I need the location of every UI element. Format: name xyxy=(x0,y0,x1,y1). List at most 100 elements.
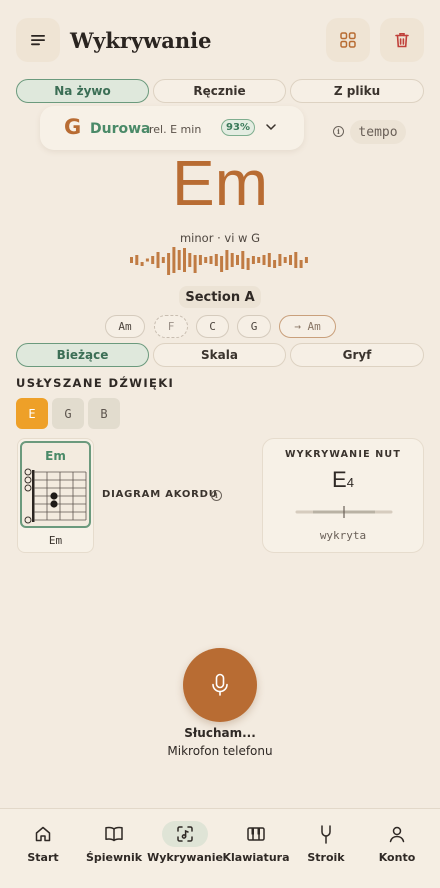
next-chord[interactable]: → Am xyxy=(279,315,336,338)
tab-scale-label: Skala xyxy=(201,348,238,362)
waveform-bar xyxy=(209,256,213,264)
heard-notes-title: USŁYSZANE DŹWIĘKI xyxy=(16,376,175,390)
waveform-bar xyxy=(183,248,186,272)
waveform-bar xyxy=(246,258,250,270)
note-detection-title: WYKRYWANIE NUT xyxy=(284,449,402,460)
waveform-bar xyxy=(151,256,155,264)
waveform-bar xyxy=(289,255,292,265)
chevron-down-icon xyxy=(266,124,276,131)
grid-icon xyxy=(340,32,356,48)
nav-icon-container xyxy=(162,821,208,847)
progression-chord-label: F xyxy=(167,320,175,333)
tab-from-file[interactable]: Z pliku xyxy=(290,79,424,103)
info-icon[interactable]: i xyxy=(333,126,344,137)
hamburger-menu-icon xyxy=(31,35,45,46)
book-icon xyxy=(105,826,123,842)
current-chord: Em xyxy=(172,147,268,219)
nav-item-start[interactable]: Start xyxy=(7,809,79,888)
nav-icon-container xyxy=(20,821,66,847)
waveform-bar xyxy=(299,260,303,268)
tab-from-file-label: Z pliku xyxy=(333,84,381,98)
tab-live[interactable]: Na żywo xyxy=(16,79,149,103)
waveform-bar xyxy=(193,255,197,273)
detected-note-octave: 4 xyxy=(346,475,354,490)
waveform-bar xyxy=(220,256,224,272)
waveform-visualizer xyxy=(130,247,308,275)
heard-note-chip: E xyxy=(16,398,48,429)
microphone-source: Mikrofon telefonu xyxy=(167,744,273,758)
waveform-bar xyxy=(283,257,287,263)
note-detection-card: WYKRYWANIE NUT E4 wykryta xyxy=(262,438,424,553)
microphone-button[interactable] xyxy=(183,648,257,722)
chord-diagram-caption: Em xyxy=(48,534,63,547)
info-icon[interactable]: i xyxy=(211,490,222,501)
progression-chord[interactable]: Am xyxy=(105,315,145,338)
chord-diagram-name: Em xyxy=(45,449,66,463)
chord-diagram: Em xyxy=(20,441,91,528)
waveform-bar xyxy=(251,256,255,264)
nav-item-account[interactable]: Konto xyxy=(361,809,433,888)
waveform-bar xyxy=(267,253,271,267)
microphone-icon xyxy=(212,673,228,696)
chord-diagram-card[interactable]: Em Em xyxy=(17,438,94,553)
tab-current-label: Bieżące xyxy=(56,348,109,362)
waveform-bar xyxy=(177,250,181,270)
user-icon xyxy=(389,826,405,843)
waveform-bar xyxy=(214,254,218,266)
tab-current[interactable]: Bieżące xyxy=(16,343,149,367)
delete-button[interactable] xyxy=(380,18,424,62)
key-letter: G xyxy=(64,115,82,139)
tuning-fork-icon xyxy=(321,825,331,844)
waveform-bar xyxy=(236,255,239,265)
waveform-bar xyxy=(204,257,208,263)
tab-fretboard[interactable]: Gryf xyxy=(290,343,424,367)
menu-button[interactable] xyxy=(16,18,60,62)
heard-note-label: B xyxy=(100,406,108,421)
progression-chord[interactable]: F xyxy=(154,315,188,338)
waveform-bar xyxy=(198,255,202,265)
tab-manual[interactable]: Ręcznie xyxy=(153,79,286,103)
progression-chord[interactable]: C xyxy=(196,315,229,338)
waveform-bar xyxy=(273,260,277,268)
key-selector[interactable]: G Durowa rel. E min 93% xyxy=(40,106,304,150)
waveform-bar xyxy=(257,257,261,263)
waveform-bar xyxy=(225,250,229,270)
waveform-bar xyxy=(262,255,266,265)
heard-note-chip: G xyxy=(52,398,84,429)
nav-icon-container xyxy=(233,821,279,847)
nav-icon-container xyxy=(303,821,349,847)
detection-status: wykryta xyxy=(319,529,367,542)
waveform-bar xyxy=(135,255,139,265)
page-title: Wykrywanie xyxy=(70,28,212,53)
heard-note-label: G xyxy=(64,406,72,421)
chord-function: minor · vi w G xyxy=(179,231,261,245)
nav-item-keyboard[interactable]: Klawiatura xyxy=(220,809,292,888)
waveform-bar xyxy=(294,252,298,268)
nav-icon-container xyxy=(91,821,137,847)
layout-grid-button[interactable] xyxy=(326,18,370,62)
home-icon xyxy=(35,826,51,842)
nav-icon-container xyxy=(374,821,420,847)
waveform-bar xyxy=(230,253,234,267)
tempo-label: tempo xyxy=(358,124,398,140)
waveform-bar xyxy=(241,251,245,269)
heard-note-chip: B xyxy=(88,398,120,429)
tempo-button[interactable]: tempo xyxy=(350,120,406,144)
waveform-bar xyxy=(161,257,165,263)
chord-grid-icon xyxy=(24,468,87,524)
tab-fretboard-label: Gryf xyxy=(342,348,372,362)
detected-note: E4 xyxy=(263,467,423,493)
progression-chord[interactable]: G xyxy=(237,315,271,338)
tab-scale[interactable]: Skala xyxy=(153,343,286,367)
nav-item-tuner[interactable]: Stroik xyxy=(290,809,362,888)
section-label: Section A xyxy=(179,286,261,308)
tab-manual-label: Ręcznie xyxy=(193,84,246,98)
listening-status: Słucham... xyxy=(184,726,256,740)
waveform-bar xyxy=(172,247,176,273)
detect-scan-icon xyxy=(177,826,193,842)
nav-item-detection[interactable]: Wykrywanie xyxy=(147,809,223,888)
nav-item-songbook[interactable]: Śpiewnik xyxy=(78,809,150,888)
progression-chord-label: C xyxy=(209,320,216,333)
waveform-bar xyxy=(145,258,149,262)
detected-note-name: E xyxy=(332,467,347,492)
